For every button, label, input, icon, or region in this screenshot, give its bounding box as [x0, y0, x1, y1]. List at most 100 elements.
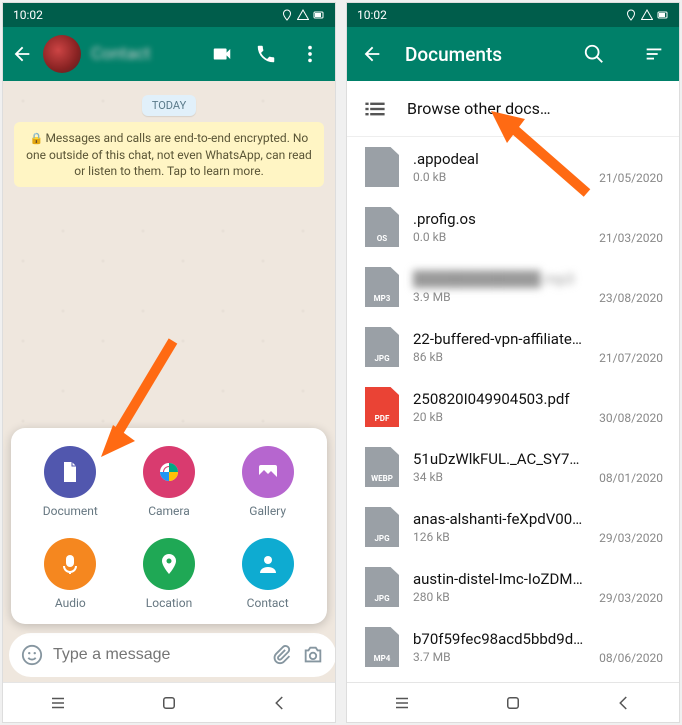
- file-info: .profig.os 0.0 kB: [413, 210, 585, 244]
- attach-location[interactable]: Location: [120, 538, 219, 610]
- file-name: .profig.os: [413, 210, 585, 228]
- gallery-icon: [242, 446, 294, 498]
- document-item[interactable]: .appodeal0.0 kB21/05/2020: [347, 137, 679, 197]
- avatar[interactable]: [43, 35, 81, 73]
- document-item[interactable]: OS .profig.os 0.0 kB 21/03/2020: [347, 197, 679, 257]
- status-icons: [281, 9, 325, 21]
- attach-audio[interactable]: Audio: [21, 538, 120, 610]
- status-time: 10:02: [357, 8, 387, 22]
- phone-chat-screen: 10:02 Contact TODAY 🔒Messages and calls …: [2, 2, 336, 723]
- file-size: 86 kB: [413, 350, 585, 364]
- attachment-panel: Document Camera Gallery Audio Location Contac…: [11, 428, 327, 624]
- emoji-icon[interactable]: [21, 644, 43, 666]
- attach-icon[interactable]: [270, 644, 292, 666]
- document-item[interactable]: MP4 b70f59fec98acd5bbd9d8549f8720de…3.7 M…: [347, 617, 679, 677]
- chat-header: Contact: [3, 27, 335, 81]
- file-size: 126 kB: [413, 530, 585, 544]
- file-name: 22-buffered-vpn-affiliate.jpg: [413, 330, 585, 348]
- attach-label: Audio: [55, 596, 86, 610]
- documents-header: Documents: [347, 27, 679, 81]
- file-date: 21/03/2020: [599, 231, 663, 247]
- file-info: 51uDzWlkFUL._AC_SY700_ML1_FMwe… 34 kB: [413, 450, 585, 484]
- file-size: 20 kB: [413, 410, 585, 424]
- file-name: 250820I049904503.pdf: [413, 390, 585, 408]
- attach-camera[interactable]: Camera: [120, 446, 219, 518]
- file-type-icon: JPG: [365, 567, 399, 607]
- document-item[interactable]: JPG anas-alshanti-feXpdV001o4-unsplash.j……: [347, 497, 679, 557]
- sort-icon[interactable]: [643, 43, 665, 65]
- android-nav-bar: [347, 682, 679, 722]
- message-input[interactable]: [53, 646, 260, 664]
- file-info: anas-alshanti-feXpdV001o4-unsplash.j… 126…: [413, 510, 585, 544]
- back-icon[interactable]: [11, 43, 33, 65]
- attach-document[interactable]: Document: [21, 446, 120, 518]
- document-list[interactable]: .appodeal0.0 kB21/05/2020OS.profig.os0.0…: [347, 137, 679, 682]
- more-icon[interactable]: [299, 43, 321, 65]
- file-type-icon: OS: [365, 207, 399, 247]
- home-nav-icon[interactable]: [160, 694, 178, 712]
- file-name: 51uDzWlkFUL._AC_SY700_ML1_FMwe…: [413, 450, 585, 468]
- document-item[interactable]: WEBP 51uDzWlkFUL._AC_SY700_ML1_FMwe… 34 kB…: [347, 437, 679, 497]
- document-item[interactable]: JPG austin-distel-Imc-IoZDMXc-unsplash.jp…: [347, 557, 679, 617]
- attach-label: Camera: [148, 504, 190, 518]
- home-nav-icon[interactable]: [504, 694, 522, 712]
- status-icons: [625, 9, 669, 21]
- attach-gallery[interactable]: Gallery: [218, 446, 317, 518]
- document-item[interactable]: PDF 250820I049904503.pdf 20 kB 30/08/2020: [347, 377, 679, 437]
- file-size: 0.0 kB: [413, 170, 585, 184]
- file-type-icon: MP3: [365, 267, 399, 307]
- browse-other-docs[interactable]: Browse other docs…: [347, 81, 679, 137]
- document-icon: [44, 446, 96, 498]
- file-type-icon: [365, 147, 399, 187]
- attach-contact[interactable]: Contact: [218, 538, 317, 610]
- file-name: .appodeal: [413, 150, 585, 168]
- browse-label: Browse other docs…: [407, 99, 551, 118]
- file-size: 3.9 MB: [413, 290, 585, 304]
- file-date: 08/06/2020: [599, 651, 663, 667]
- file-date: 29/03/2020: [599, 591, 663, 607]
- file-name: anas-alshanti-feXpdV001o4-unsplash.j…: [413, 510, 585, 528]
- back-nav-icon[interactable]: [615, 694, 633, 712]
- page-title: Documents: [405, 43, 561, 66]
- camera-icon[interactable]: [302, 644, 324, 666]
- status-time: 10:02: [13, 8, 43, 22]
- attach-label: Document: [43, 504, 98, 518]
- status-bar: 10:02: [3, 3, 335, 27]
- file-info: 250820I049904503.pdf 20 kB: [413, 390, 585, 424]
- search-icon[interactable]: [583, 43, 605, 65]
- day-label: TODAY: [142, 95, 196, 116]
- attach-label: Location: [146, 596, 192, 610]
- file-info: austin-distel-Imc-IoZDMXc-unsplash.jpg28…: [413, 570, 585, 604]
- file-type-icon: JPG: [365, 507, 399, 547]
- video-call-icon[interactable]: [211, 43, 233, 65]
- file-size: 280 kB: [413, 590, 585, 604]
- message-input-pill: [9, 633, 336, 677]
- chat-contact-name[interactable]: Contact: [91, 44, 201, 64]
- file-date: 30/08/2020: [599, 411, 663, 427]
- recents-nav-icon[interactable]: [393, 694, 411, 712]
- file-info: 22-buffered-vpn-affiliate.jpg 86 kB: [413, 330, 585, 364]
- document-item[interactable]: JPG22-buffered-vpn-affiliate.jpg86 kB21/…: [347, 317, 679, 377]
- voice-call-icon[interactable]: [255, 43, 277, 65]
- file-type-icon: PDF: [365, 387, 399, 427]
- file-info: .appodeal 0.0 kB: [413, 150, 585, 184]
- document-item[interactable]: MP3████████████.mp33.9 MB23/08/2020: [347, 257, 679, 317]
- location-icon: [143, 538, 195, 590]
- file-type-icon: MP4: [365, 627, 399, 667]
- phone-documents-screen: 10:02 Documents Browse other docs… .appo…: [346, 2, 680, 723]
- file-date: 21/07/2020: [599, 351, 663, 367]
- file-date: 29/03/2020: [599, 531, 663, 547]
- recents-nav-icon[interactable]: [49, 694, 67, 712]
- back-icon[interactable]: [361, 43, 383, 65]
- back-nav-icon[interactable]: [271, 694, 289, 712]
- file-name: ████████████.mp3: [413, 270, 585, 288]
- file-size: 0.0 kB: [413, 230, 585, 244]
- audio-icon: [44, 538, 96, 590]
- file-info: b70f59fec98acd5bbd9d8549f8720de…3.7 MB: [413, 630, 585, 664]
- status-bar: 10:02: [347, 3, 679, 27]
- file-date: 08/01/2020: [599, 471, 663, 487]
- file-size: 34 kB: [413, 470, 585, 484]
- file-type-icon: WEBP: [365, 447, 399, 487]
- android-nav-bar: [3, 682, 335, 722]
- encryption-notice[interactable]: 🔒Messages and calls are end-to-end encry…: [14, 122, 324, 187]
